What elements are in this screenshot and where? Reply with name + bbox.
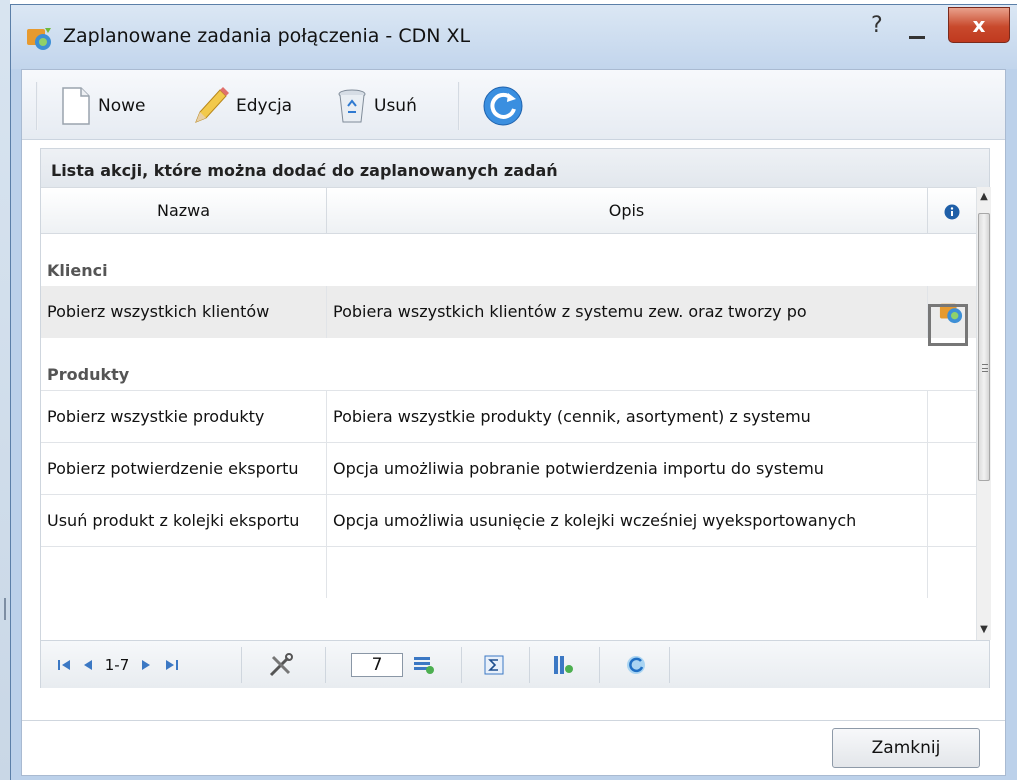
recycle-bin-icon bbox=[338, 89, 366, 123]
delete-button[interactable]: Usuń bbox=[336, 84, 417, 128]
row-name: Pobierz wszystkich klientów bbox=[47, 302, 270, 321]
edit-button-label: Edycja bbox=[236, 96, 293, 116]
table-row-empty bbox=[41, 546, 976, 598]
grid-pager: 1-7 7 bbox=[41, 640, 989, 688]
titlebar[interactable]: Zaplanowane zadania połączenia - CDN XL … bbox=[11, 5, 1017, 69]
new-document-icon bbox=[62, 87, 90, 125]
row-name: Pobierz wszystkie produkty bbox=[47, 407, 265, 426]
row-action-cell[interactable] bbox=[927, 495, 976, 546]
pencil-icon bbox=[195, 87, 229, 123]
sum-icon[interactable] bbox=[479, 641, 509, 689]
group-label: Produkty bbox=[47, 365, 130, 384]
refresh-button[interactable] bbox=[482, 84, 524, 128]
grid-header: Nazwa Opis bbox=[41, 187, 976, 234]
scroll-down-arrow[interactable]: ▼ bbox=[977, 622, 991, 638]
row-description: Pobiera wszystkie produkty (cennik, asor… bbox=[326, 391, 927, 442]
toolbar-separator bbox=[458, 82, 460, 130]
row-description: Opcja umożliwia usunięcie z kolejki wcze… bbox=[326, 495, 927, 546]
close-window-button[interactable]: x bbox=[948, 7, 1010, 43]
refresh-grid-icon[interactable] bbox=[621, 641, 651, 689]
tools-icon[interactable] bbox=[263, 641, 299, 689]
row-name: Pobierz potwierdzenie eksportu bbox=[47, 459, 299, 478]
new-button-label: Nowe bbox=[98, 96, 146, 116]
info-icon bbox=[944, 204, 959, 219]
scroll-up-arrow[interactable]: ▲ bbox=[977, 189, 991, 205]
window-title: Zaplanowane zadania połączenia - CDN XL bbox=[63, 25, 471, 47]
toolbar: Nowe Edycja Usuń bbox=[22, 70, 1005, 140]
help-button[interactable]: ? bbox=[871, 13, 883, 38]
group-label: Klienci bbox=[47, 261, 108, 280]
group-row-produkty[interactable]: Produkty bbox=[41, 338, 976, 390]
grid-body: Klienci Pobierz wszystkich klientów Pobi… bbox=[41, 234, 976, 600]
edit-button[interactable]: Edycja bbox=[190, 84, 292, 128]
last-page-icon[interactable] bbox=[157, 641, 185, 689]
desktop-edge bbox=[0, 0, 10, 780]
page-size-input[interactable]: 7 bbox=[346, 641, 408, 689]
highlight-box bbox=[928, 304, 968, 346]
table-row[interactable]: Usuń produkt z kolejki eksportu Opcja um… bbox=[41, 494, 976, 546]
row-action-cell[interactable] bbox=[927, 443, 976, 494]
minimize-button[interactable] bbox=[903, 27, 931, 41]
row-description: Pobiera wszystkich klientów z systemu ze… bbox=[326, 286, 927, 338]
refresh-icon bbox=[483, 86, 523, 126]
dialog-window: Zaplanowane zadania połączenia - CDN XL … bbox=[10, 4, 1017, 780]
page-range: 1-7 bbox=[104, 656, 130, 674]
app-icon bbox=[27, 28, 51, 50]
row-description: Opcja umożliwia pobranie potwierdzenia i… bbox=[326, 443, 927, 494]
columns-icon[interactable] bbox=[549, 641, 579, 689]
table-row[interactable]: Pobierz wszystkie produkty Pobiera wszys… bbox=[41, 390, 976, 442]
row-name: Usuń produkt z kolejki eksportu bbox=[47, 511, 300, 530]
next-page-icon[interactable] bbox=[137, 641, 155, 689]
dialog-content: Nowe Edycja Usuń Lista akcji, które możn… bbox=[21, 69, 1006, 776]
new-button[interactable]: Nowe bbox=[60, 84, 145, 128]
column-header-description[interactable]: Opis bbox=[326, 188, 927, 234]
table-row[interactable]: Pobierz wszystkich klientów Pobiera wszy… bbox=[41, 286, 976, 338]
column-header-info[interactable] bbox=[927, 188, 976, 234]
set-page-size-icon[interactable] bbox=[409, 641, 439, 689]
table-row[interactable]: Pobierz potwierdzenie eksportu Opcja umo… bbox=[41, 442, 976, 494]
first-page-icon[interactable] bbox=[51, 641, 79, 689]
delete-button-label: Usuń bbox=[374, 96, 417, 116]
actions-panel: Lista akcji, które można dodać do zaplan… bbox=[40, 148, 991, 688]
footer-divider bbox=[22, 720, 1005, 721]
group-row-klienci[interactable]: Klienci bbox=[41, 234, 976, 286]
panel-header: Lista akcji, które można dodać do zaplan… bbox=[41, 149, 989, 187]
vertical-scrollbar[interactable]: ▲ ▼ bbox=[976, 187, 991, 640]
column-header-name[interactable]: Nazwa bbox=[41, 188, 326, 234]
scroll-thumb[interactable] bbox=[978, 213, 990, 481]
previous-page-icon[interactable] bbox=[79, 641, 97, 689]
row-action-cell[interactable] bbox=[927, 391, 976, 442]
toolbar-separator bbox=[36, 82, 38, 130]
close-button[interactable]: Zamknij bbox=[832, 728, 980, 768]
